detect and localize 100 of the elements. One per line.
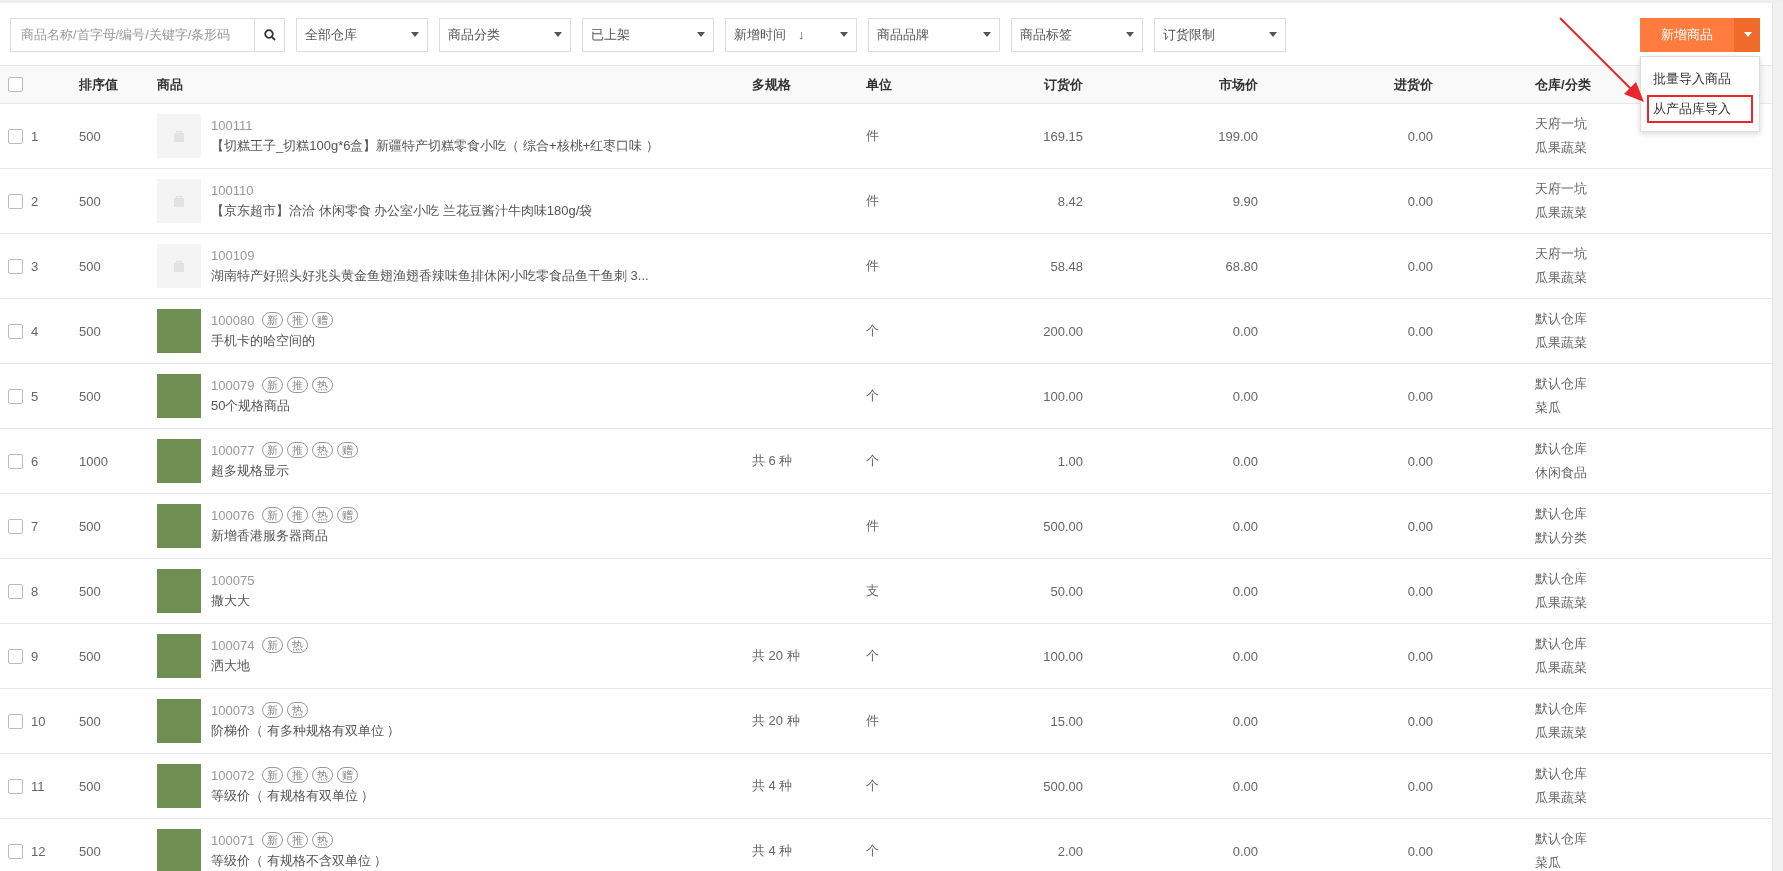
- row-checkbox[interactable]: [8, 518, 23, 534]
- spec-count: 共 4 种: [752, 843, 793, 858]
- row-checkbox[interactable]: [8, 778, 23, 794]
- cost-price: 0.00: [1407, 778, 1433, 794]
- filter-dropdown[interactable]: 新增时间 ↓: [725, 17, 857, 52]
- row-checkbox[interactable]: [8, 713, 23, 729]
- unit-cell: 件: [866, 518, 879, 533]
- add-options-button[interactable]: [1735, 17, 1760, 52]
- sort-value: 500: [79, 193, 101, 209]
- category-name: 瓜果蔬菜: [1535, 659, 1588, 677]
- sort-value: 500: [79, 258, 101, 274]
- sort-value: 500: [79, 648, 101, 664]
- row-checkbox[interactable]: [8, 258, 23, 274]
- menu-item[interactable]: 从产品库导入: [1647, 94, 1753, 123]
- row-checkbox[interactable]: [8, 323, 23, 339]
- column-header: 订货价: [1044, 76, 1083, 92]
- warehouse-name: 默认仓库: [1535, 635, 1588, 653]
- row-number: 10: [31, 713, 46, 729]
- order-price: 15.00: [1050, 713, 1083, 729]
- warehouse-name: 默认仓库: [1535, 570, 1588, 588]
- row-checkbox[interactable]: [8, 193, 23, 209]
- sort-value: 500: [79, 323, 101, 339]
- filter-dropdown[interactable]: 商品标签: [1011, 17, 1143, 52]
- row-checkbox[interactable]: [8, 583, 23, 599]
- row-number: 8: [31, 583, 39, 599]
- unit-cell: 件: [866, 193, 879, 208]
- scrollbar[interactable]: [1772, 3, 1783, 871]
- product-code: 100072: [211, 767, 255, 783]
- menu-item[interactable]: 批量导入商品: [1647, 64, 1753, 93]
- row-number: 12: [31, 843, 46, 859]
- product-name: 新增香港服务器商品: [211, 527, 329, 545]
- sort-value: 500: [79, 713, 101, 729]
- order-price: 1.00: [1057, 453, 1083, 469]
- market-price: 0.00: [1232, 388, 1258, 404]
- order-price: 100.00: [1043, 648, 1083, 664]
- order-price: 169.15: [1043, 128, 1083, 144]
- caret-icon: [1269, 32, 1277, 37]
- cost-price: 0.00: [1407, 388, 1433, 404]
- sort-value: 500: [79, 843, 101, 859]
- select-all-checkbox[interactable]: [8, 77, 23, 92]
- column-header: 市场价: [1219, 76, 1258, 92]
- filter-dropdown[interactable]: 订货限制: [1154, 17, 1286, 52]
- search-button[interactable]: [255, 17, 285, 52]
- row-checkbox[interactable]: [8, 128, 23, 144]
- product-name: 撒大大: [211, 591, 251, 610]
- search-icon: [263, 28, 276, 41]
- search-field[interactable]: 商品名称/首字母/编号/关键字/条形码: [10, 17, 255, 52]
- product-code: 100109: [211, 247, 255, 263]
- order-price: 500.00: [1043, 518, 1083, 534]
- warehouse-name: 默认仓库: [1535, 440, 1588, 458]
- row-checkbox[interactable]: [8, 648, 23, 664]
- warehouse-name: 默认仓库: [1535, 700, 1588, 718]
- category-name: 瓜果蔬菜: [1535, 724, 1588, 742]
- order-price: 8.42: [1057, 193, 1083, 209]
- unit-cell: 件: [866, 713, 879, 728]
- product-code: 100110: [211, 182, 254, 198]
- photo-placeholder: [157, 309, 201, 353]
- warehouse-name: 默认仓库: [1535, 830, 1588, 848]
- warehouse-name: 默认仓库: [1535, 505, 1588, 523]
- row-number: 9: [31, 648, 39, 664]
- market-price: 199.00: [1218, 128, 1258, 144]
- filter-dropdown[interactable]: 已上架: [582, 17, 714, 52]
- category-name: 默认分类: [1535, 529, 1588, 547]
- category-name: 瓜果蔬菜: [1535, 269, 1588, 287]
- cost-price: 0.00: [1407, 258, 1433, 274]
- row-number: 5: [31, 388, 39, 404]
- cost-price: 0.00: [1407, 453, 1433, 469]
- product-code: 100077: [211, 442, 255, 458]
- product-name: 湖南特产好照头好兆头黄金鱼翅渔翅香辣味鱼排休闲小吃零食品鱼干鱼刺 3...: [211, 266, 649, 285]
- filter-dropdown[interactable]: 商品分类: [439, 17, 571, 52]
- row-number: 7: [31, 518, 39, 534]
- product-code: 100080: [211, 312, 255, 328]
- unit-cell: 个: [866, 388, 879, 403]
- sort-value: 500: [79, 388, 101, 404]
- product-code: 100079: [211, 377, 255, 393]
- filter-dropdown[interactable]: 全部仓库: [296, 17, 428, 52]
- row-number: 4: [31, 323, 39, 339]
- cost-price: 0.00: [1407, 843, 1433, 859]
- unit-cell: 件: [866, 128, 879, 143]
- photo-placeholder: [157, 569, 201, 613]
- category-name: 菜瓜: [1535, 399, 1562, 417]
- warehouse-name: 默认仓库: [1535, 765, 1588, 783]
- row-checkbox[interactable]: [8, 388, 23, 404]
- row-checkbox[interactable]: [8, 843, 23, 859]
- sort-value: 500: [79, 583, 101, 599]
- row-checkbox[interactable]: [8, 453, 23, 469]
- order-price: 50.00: [1050, 583, 1083, 599]
- cost-price: 0.00: [1407, 128, 1433, 144]
- warehouse-name: 天府一坑: [1535, 180, 1588, 198]
- column-header: 单位: [866, 76, 892, 92]
- market-price: 0.00: [1232, 453, 1258, 469]
- product-name: 50个规格商品: [211, 397, 292, 415]
- row-number: 2: [31, 193, 39, 209]
- product-code: 100111: [211, 117, 253, 133]
- photo-placeholder: [157, 699, 201, 743]
- spec-count: 共 4 种: [752, 778, 793, 793]
- filter-dropdown[interactable]: 商品品牌: [868, 17, 1000, 52]
- unit-cell: 个: [866, 843, 879, 858]
- cost-price: 0.00: [1407, 518, 1433, 534]
- product-code: 100075: [211, 572, 255, 588]
